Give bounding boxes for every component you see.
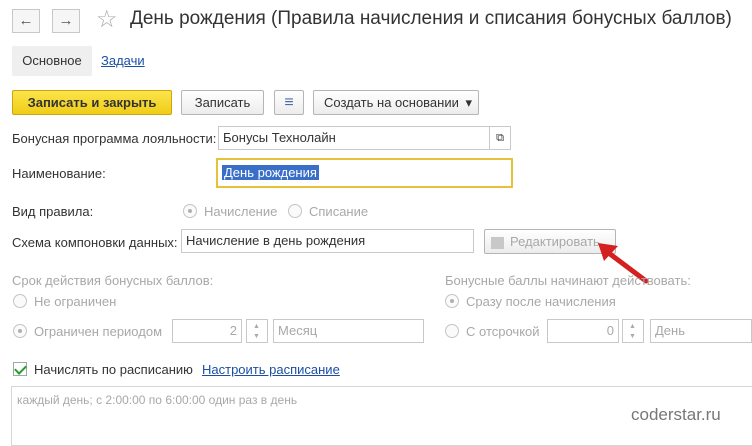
validity-unit-field[interactable]: Месяц [273,319,424,343]
name-label: Наименование: [12,166,106,181]
create-based-on-label: Создать на основании [324,95,459,110]
start-count-field[interactable]: 0 [547,319,619,343]
watermark: coderstar.ru [631,405,721,424]
rule-accrual-radio[interactable] [183,204,197,218]
save-button[interactable]: Записать [181,90,264,115]
save-and-close-button[interactable]: Записать и закрыть [12,90,172,115]
create-based-on-button[interactable]: Создать на основании ▾ [313,90,479,115]
chevron-up-icon: ▲ [253,323,260,330]
back-button[interactable]: ← [12,9,40,33]
validity-limited-radio[interactable] [13,324,27,338]
validity-count-field[interactable]: 2 [172,319,242,343]
page-title: День рождения (Правила начисления и спис… [130,8,732,29]
chevron-down-icon: ▾ [465,95,472,110]
edit-icon [491,236,504,249]
rule-writeoff-radio[interactable] [288,204,302,218]
chevron-down-icon: ▼ [253,333,260,340]
start-title: Бонусные баллы начинают действовать: [445,273,691,288]
tab-tasks[interactable]: Задачи [101,53,145,68]
validity-unlimited-label: Не ограничен [34,294,117,309]
loyalty-program-field[interactable]: Бонусы Технолайн [218,126,490,150]
start-delayed-label: С отсрочкой [466,324,540,339]
list-icon[interactable]: ≡ [274,90,304,115]
schedule-checkbox-label: Начислять по расписанию [34,362,193,377]
name-field-value: День рождения [222,165,319,180]
rule-writeoff-label: Списание [309,204,369,219]
start-stepper[interactable]: ▲ ▼ [622,319,644,343]
validity-stepper[interactable]: ▲ ▼ [246,319,268,343]
edit-button-label: Редактировать [510,234,600,249]
start-delayed-radio[interactable] [445,324,459,338]
rule-accrual-label: Начисление [204,204,278,219]
forward-button[interactable]: → [52,9,80,33]
schedule-checkbox[interactable] [13,362,27,376]
tab-main[interactable]: Основное [12,46,92,76]
schedule-description-text: каждый день; с 2:00:00 по 6:00:00 один р… [17,393,298,407]
scheme-field[interactable]: Начисление в день рождения [181,229,474,253]
start-immediately-label: Сразу после начисления [466,294,616,309]
name-field[interactable]: День рождения [216,158,513,188]
validity-title: Срок действия бонусных баллов: [12,273,214,288]
scheme-label: Схема компоновки данных: [12,235,178,250]
start-immediately-radio[interactable] [445,294,459,308]
validity-unlimited-radio[interactable] [13,294,27,308]
validity-limited-label: Ограничен периодом [34,324,163,339]
chevron-up-icon: ▲ [629,323,636,330]
loyalty-program-label: Бонусная программа лояльности: [12,131,217,146]
favorite-star-icon[interactable]: ☆ [96,8,118,32]
rule-type-label: Вид правила: [12,204,94,219]
chevron-down-icon: ▼ [629,333,636,340]
open-icon[interactable]: ⧉ [489,126,511,150]
start-unit-field[interactable]: День [650,319,752,343]
configure-schedule-link[interactable]: Настроить расписание [202,362,340,377]
